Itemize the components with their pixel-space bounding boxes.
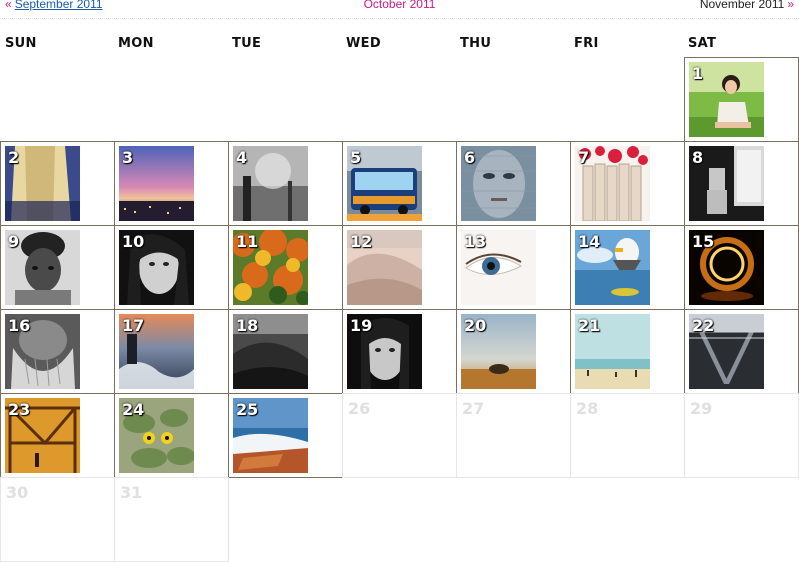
next-month-link[interactable]: November 2011» [700,0,794,11]
day-number: 28 [576,399,599,418]
day-number: 1 [692,64,704,83]
day-number: 17 [122,316,145,335]
day-cell-2[interactable]: 2 [0,141,115,226]
day-cell-23[interactable]: 23 [0,393,115,478]
day-number: 22 [692,316,715,335]
day-cell-4[interactable]: 4 [228,141,343,226]
day-cell-22[interactable]: 22 [684,309,799,394]
day-cell-18[interactable]: 18 [228,309,343,394]
day-number: 4 [236,148,248,167]
day-cell-19[interactable]: 19 [342,309,457,394]
day-number: 18 [236,316,259,335]
current-month-title: October 2011 [363,0,436,11]
weekday-thu: THU [460,36,492,51]
day-number: 30 [6,483,29,502]
day-number: 29 [690,399,713,418]
day-cell-7[interactable]: 7 [570,141,685,226]
day-cell-14[interactable]: 14 [570,225,685,310]
day-number: 8 [692,148,704,167]
day-cell-30: 30 [0,477,115,562]
day-cell-28: 28 [570,393,685,478]
day-number: 5 [350,148,362,167]
day-cell-26: 26 [342,393,457,478]
weekday-sun: SUN [5,36,37,51]
day-number: 31 [120,483,143,502]
day-number: 20 [464,316,487,335]
day-number: 12 [350,232,373,251]
day-number: 2 [8,148,20,167]
day-number: 11 [236,232,259,251]
day-number: 21 [578,316,601,335]
weekday-wed: WED [346,36,381,51]
day-number: 23 [8,400,31,419]
day-number: 9 [8,232,20,251]
day-number: 25 [236,400,259,419]
day-cell-5[interactable]: 5 [342,141,457,226]
day-number: 6 [464,148,476,167]
day-cell-6[interactable]: 6 [456,141,571,226]
day-number: 10 [122,232,145,251]
day-cell-3[interactable]: 3 [114,141,229,226]
day-number: 3 [122,148,134,167]
day-cell-12[interactable]: 12 [342,225,457,310]
month-navigation: «September 2011 October 2011 November 20… [0,0,799,19]
day-cell-13[interactable]: 13 [456,225,571,310]
day-number: 15 [692,232,715,251]
day-cell-25[interactable]: 25 [228,393,343,478]
day-cell-11[interactable]: 11 [228,225,343,310]
day-cell-27: 27 [456,393,571,478]
next-arrow-icon: » [787,0,794,11]
day-number: 7 [578,148,590,167]
weekday-fri: FRI [574,36,599,51]
day-number: 24 [122,400,145,419]
day-number: 16 [8,316,31,335]
day-number: 27 [462,399,485,418]
day-number: 26 [348,399,371,418]
day-cell-31: 31 [114,477,229,562]
day-cell-15[interactable]: 15 [684,225,799,310]
day-cell-9[interactable]: 9 [0,225,115,310]
weekday-tue: TUE [232,36,262,51]
day-cell-10[interactable]: 10 [114,225,229,310]
day-number: 19 [350,316,373,335]
day-cell-8[interactable]: 8 [684,141,799,226]
day-cell-21[interactable]: 21 [570,309,685,394]
day-cell-17[interactable]: 17 [114,309,229,394]
day-cell-16[interactable]: 16 [0,309,115,394]
next-month-label[interactable]: November 2011 [700,0,785,11]
day-cell-20[interactable]: 20 [456,309,571,394]
weekday-mon: MON [118,36,154,51]
day-cell-24[interactable]: 24 [114,393,229,478]
day-number: 14 [578,232,601,251]
day-number: 13 [464,232,487,251]
day-cell-1[interactable]: 1 [684,57,799,142]
weekday-sat: SAT [688,36,717,51]
day-cell-29: 29 [684,393,799,478]
